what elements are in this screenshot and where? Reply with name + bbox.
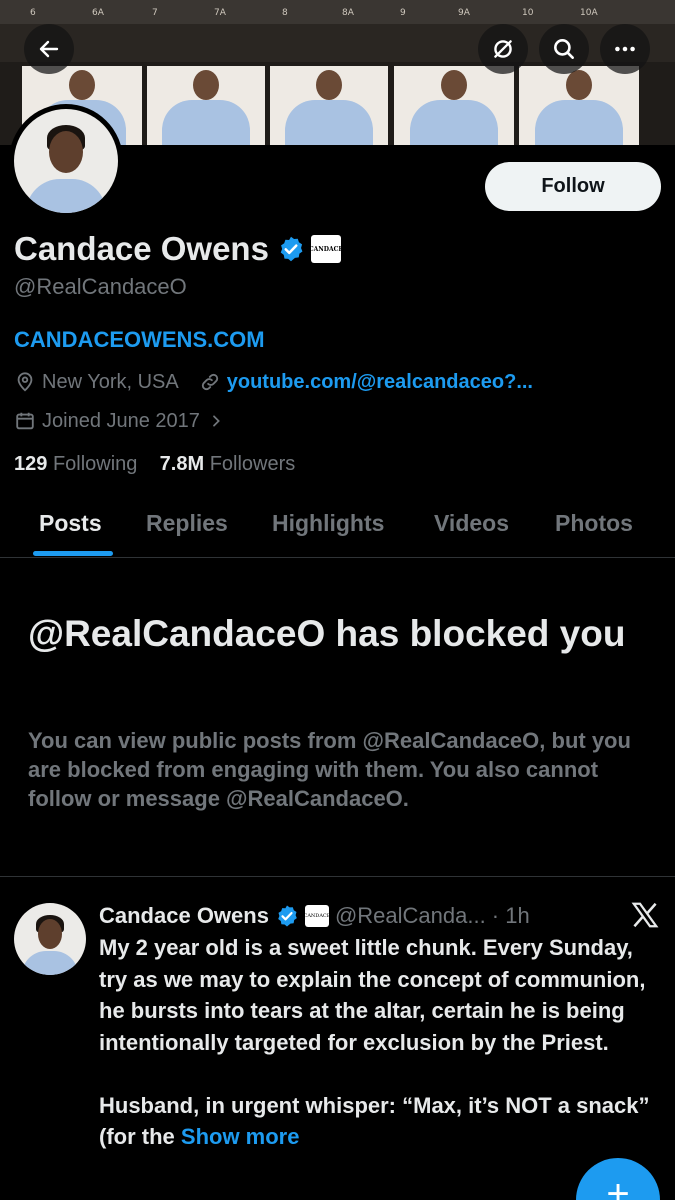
calendar-icon [16,412,34,430]
photo-frame [519,66,639,145]
photo-frame [394,66,514,145]
more-icon [615,46,635,52]
chevron-right-icon [213,415,220,427]
profile-handle: @RealCandaceO [14,274,187,299]
search-button[interactable] [539,24,589,74]
joined-row[interactable]: Joined June 2017 [14,407,230,435]
film-mark: 7A [214,8,226,18]
post-handle-time: @RealCanda... · 1h [334,903,530,928]
x-logo-icon [631,902,659,928]
tab-posts[interactable]: Posts [39,510,102,537]
film-mark: 8 [282,8,288,18]
photo-frame [147,66,265,145]
profile-location: New York, USA [42,370,179,393]
follow-stats: 129 Following 7.8M Followers [14,453,295,476]
avatar [14,109,118,213]
affiliation-badge[interactable]: CANDACE [309,235,343,263]
joined-date: Joined June 2017 [42,409,200,432]
compose-button[interactable]: + [576,1158,660,1200]
film-mark: 9 [400,8,406,18]
following-count: 129 [14,453,48,475]
film-strip: 6 6A 7 7A 8 8A 9 9A 10 10A [0,0,675,24]
link-icon [201,373,218,391]
film-mark: 10 [522,8,534,18]
divider [0,876,675,877]
film-mark: 6A [92,8,104,18]
followers-count: 7.8M [159,453,205,475]
post-paragraph: My 2 year old is a sweet little chunk. E… [99,935,646,1055]
location-pin-icon [17,372,33,392]
profile-tabs: Posts Replies Highlights Videos Photos [0,498,675,558]
tab-videos[interactable]: Videos [434,510,509,537]
verified-badge-icon[interactable] [275,904,299,928]
tab-highlights[interactable]: Highlights [272,510,384,537]
followers-label: Followers [209,453,296,475]
verified-badge-icon[interactable] [277,235,305,263]
film-mark: 7 [152,8,158,18]
profile-name-row: Candace Owens CANDACE [14,230,343,268]
blocked-title: @RealCandaceO has blocked you [28,613,626,654]
tab-photos[interactable]: Photos [555,510,633,537]
back-button[interactable] [24,24,74,74]
affiliation-badge[interactable]: CANDACE [304,905,330,927]
search-icon [554,39,574,59]
show-more-link[interactable]: Show more [181,1124,300,1149]
post-author-name[interactable]: Candace Owens [99,903,269,929]
profile-website-link[interactable]: CANDACEOWENS.COM [14,327,265,353]
follow-button[interactable]: Follow [485,162,661,211]
plus-icon: + [606,1172,630,1200]
photo-frame [270,66,388,145]
film-mark: 8A [342,8,354,18]
following-link[interactable]: 129 Following [14,453,137,475]
film-mark: 10A [580,8,598,18]
film-mark: 9A [458,8,470,18]
following-label: Following [52,453,138,475]
profile-name: Candace Owens [14,230,269,267]
followers-link[interactable]: 7.8M Followers [160,453,296,475]
arrow-left-icon [39,40,59,58]
post-text[interactable]: My 2 year old is a sweet little chunk. E… [99,932,659,1153]
post-avatar[interactable] [14,903,86,975]
mute-sync-button[interactable] [478,24,528,74]
profile-external-link[interactable]: youtube.com/@realcandaceo?... [227,371,533,394]
active-tab-indicator [33,551,113,556]
post-header: Candace Owens CANDACE @RealCanda... · 1h [99,900,530,932]
profile-meta-row: New York, USA youtube.com/@realcandaceo?… [14,368,533,396]
more-button[interactable] [600,24,650,74]
film-mark: 6 [30,8,36,18]
sync-icon [494,40,512,58]
blocked-description: You can view public posts from @RealCand… [28,728,631,811]
profile-avatar[interactable] [9,104,123,218]
tab-replies[interactable]: Replies [146,510,228,537]
post-paragraph: Husband, in urgent whisper: “Max, it’s N… [99,1090,659,1153]
